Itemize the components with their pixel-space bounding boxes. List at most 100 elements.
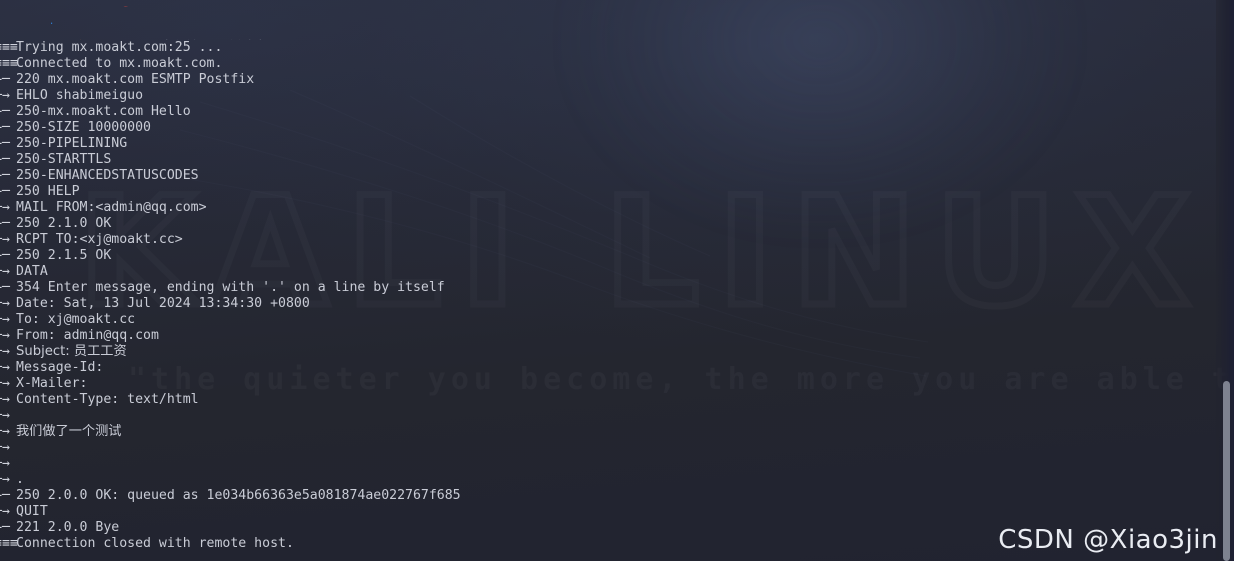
transcript-text: QUIT <box>16 504 48 519</box>
transcript-line: ─→ 我们做了一个测试 <box>0 424 461 440</box>
transcript-direction-icon: ←─ <box>0 168 10 183</box>
csdn-watermark: CSDN @Xiao3jin <box>998 525 1218 555</box>
transcript-text: 250 2.1.5 OK <box>16 248 112 263</box>
transcript-line: ─→ . <box>0 472 461 488</box>
transcript-line: ─→ MAIL FROM:<admin@qq.com> <box>0 200 461 216</box>
transcript-line: ←─ 250-SIZE 10000000 <box>0 120 461 136</box>
scrollbar-track[interactable] <box>1216 0 1234 561</box>
transcript-direction-icon: ─→ <box>0 456 10 471</box>
transcript-line: ←─ 220 mx.moakt.com ESMTP Postfix <box>0 72 461 88</box>
terminal-output-area[interactable]: ┌──(root㉿narrow)-[~] └─# swaks --header-… <box>0 0 1234 561</box>
transcript-text: 250-mx.moakt.com Hello <box>16 104 191 119</box>
transcript-direction-icon: ←─ <box>0 520 10 535</box>
transcript-text: 221 2.0.0 Bye <box>16 520 120 535</box>
transcript-direction-icon: ≡≡≡ <box>0 536 18 551</box>
transcript-direction-icon: ←─ <box>0 488 10 503</box>
transcript-line: ≡≡≡Trying mx.moakt.com:25 ... <box>0 40 461 56</box>
transcript-text: 250 2.0.0 OK: queued as 1e034b66363e5a08… <box>16 488 461 503</box>
transcript-direction-icon: ─→ <box>0 232 10 247</box>
transcript-line: ←─ 250 HELP <box>0 184 461 200</box>
transcript-text: 我们做了一个测试 <box>16 424 122 439</box>
transcript-line: ─→ DATA <box>0 264 461 280</box>
transcript-line: ─→ <box>0 456 461 472</box>
transcript-direction-icon: ─→ <box>0 312 10 327</box>
transcript-direction-icon: ←─ <box>0 136 10 151</box>
transcript-direction-icon: ─→ <box>0 264 10 279</box>
transcript-line: ─→ X-Mailer: <box>0 376 461 392</box>
transcript-line: ─→ Date: Sat, 13 Jul 2024 13:34:30 +0800 <box>0 296 461 312</box>
transcript-direction-icon: ─→ <box>0 88 10 103</box>
transcript-line: ─→ QUIT <box>0 504 461 520</box>
transcript-direction-icon: ─→ <box>0 360 10 375</box>
transcript-text: 250-STARTTLS <box>16 152 112 167</box>
transcript-line: ←─ 250-STARTTLS <box>0 152 461 168</box>
transcript-direction-icon: ─→ <box>0 296 10 311</box>
transcript-text: Trying mx.moakt.com:25 ... <box>16 40 223 55</box>
transcript-text: From: admin@qq.com <box>16 328 159 343</box>
transcript-direction-icon: ─→ <box>0 440 10 455</box>
transcript-text: Connection closed with remote host. <box>16 536 294 551</box>
transcript-line: ─→ RCPT TO:<xj@moakt.cc> <box>0 232 461 248</box>
transcript-direction-icon: ─→ <box>0 328 10 343</box>
transcript-direction-icon: ─→ <box>0 344 10 359</box>
transcript-line: ←─ 250-ENHANCEDSTATUSCODES <box>0 168 461 184</box>
transcript-text: Content-Type: text/html <box>16 392 199 407</box>
transcript-text: To: xj@moakt.cc <box>16 312 136 327</box>
transcript-direction-icon: ←─ <box>0 280 10 295</box>
transcript-text: Connected to mx.moakt.com. <box>16 56 223 71</box>
transcript-text: 354 Enter message, ending with '.' on a … <box>16 280 445 295</box>
transcript-direction-icon: ─→ <box>0 424 10 439</box>
transcript-direction-icon: ←─ <box>0 216 10 231</box>
transcript-text: 250-ENHANCEDSTATUSCODES <box>16 168 199 183</box>
transcript-line: ≡≡≡Connected to mx.moakt.com. <box>0 56 461 72</box>
transcript-direction-icon: ─→ <box>0 392 10 407</box>
transcript-line: ─→ EHLO shabimeiguo <box>0 88 461 104</box>
transcript-direction-icon: ─→ <box>0 200 10 215</box>
transcript-direction-icon: ─→ <box>0 504 10 519</box>
transcript-direction-icon: ←─ <box>0 72 10 87</box>
transcript-text: 250-PIPELINING <box>16 136 128 151</box>
transcript-line: ←─ 221 2.0.0 Bye <box>0 520 461 536</box>
transcript-text: . <box>16 472 24 487</box>
transcript-direction-icon: ←─ <box>0 120 10 135</box>
transcript-line: ←─ 250-PIPELINING <box>0 136 461 152</box>
transcript-direction-icon: ─→ <box>0 472 10 487</box>
transcript-line: ←─ 250 2.0.0 OK: queued as 1e034b66363e5… <box>0 488 461 504</box>
transcript-line: ─→ Subject: 员工工资 <box>0 344 461 360</box>
terminal-window: KALI LINUX "the quieter you become, the … <box>0 0 1234 561</box>
transcript-line: ≡≡≡Connection closed with remote host. <box>0 536 461 552</box>
transcript-text: Message-Id: <box>16 360 104 375</box>
transcript-text: 220 mx.moakt.com ESMTP Postfix <box>16 72 255 87</box>
transcript-text: Date: Sat, 13 Jul 2024 13:34:30 +0800 <box>16 296 310 311</box>
transcript-direction-icon: ≡≡≡ <box>0 40 18 55</box>
transcript-text: 250 HELP <box>16 184 80 199</box>
transcript-line: ─→ Content-Type: text/html <box>0 392 461 408</box>
transcript-line: ←─ 250-mx.moakt.com Hello <box>0 104 461 120</box>
transcript-line: ←─ 250 2.1.5 OK <box>0 248 461 264</box>
prompt-line-host: ┌──(root㉿narrow)-[~] <box>8 0 220 7</box>
transcript-line: ─→ <box>0 408 461 424</box>
transcript-direction-icon: ←─ <box>0 248 10 263</box>
transcript-direction-icon: ←─ <box>0 152 10 167</box>
transcript-text: MAIL FROM:<admin@qq.com> <box>16 200 207 215</box>
transcript-text: X-Mailer: <box>16 376 88 391</box>
transcript-direction-icon: ≡≡≡ <box>0 56 18 71</box>
transcript-line: ←─ 354 Enter message, ending with '.' on… <box>0 280 461 296</box>
transcript-direction-icon: ─→ <box>0 408 10 423</box>
transcript-text: RCPT TO:<xj@moakt.cc> <box>16 232 183 247</box>
transcript-line: ─→ Message-Id: <box>0 360 461 376</box>
transcript-text: DATA <box>16 264 48 279</box>
command-line-row-2[interactable]: 工工资" --body 我们做了一个测试 --to xj@moakt.cc <box>0 24 399 40</box>
transcript-line: ─→ <box>0 440 461 456</box>
transcript-direction-icon: ←─ <box>0 104 10 119</box>
transcript-direction-icon: ─→ <box>0 376 10 391</box>
transcript-line: ─→ To: xj@moakt.cc <box>0 312 461 328</box>
swaks-transcript: ≡≡≡Trying mx.moakt.com:25 ...≡≡≡Connecte… <box>0 40 461 552</box>
transcript-text: 250-SIZE 10000000 <box>16 120 151 135</box>
transcript-text: Subject: 员工工资 <box>16 344 127 359</box>
transcript-line: ←─ 250 2.1.0 OK <box>0 216 461 232</box>
command-line-row-1[interactable]: └─# swaks --header-X-Mailer "" --header-… <box>0 8 1234 24</box>
scrollbar-thumb[interactable] <box>1223 381 1230 561</box>
transcript-direction-icon: ←─ <box>0 184 10 199</box>
transcript-line: ─→ From: admin@qq.com <box>0 328 461 344</box>
